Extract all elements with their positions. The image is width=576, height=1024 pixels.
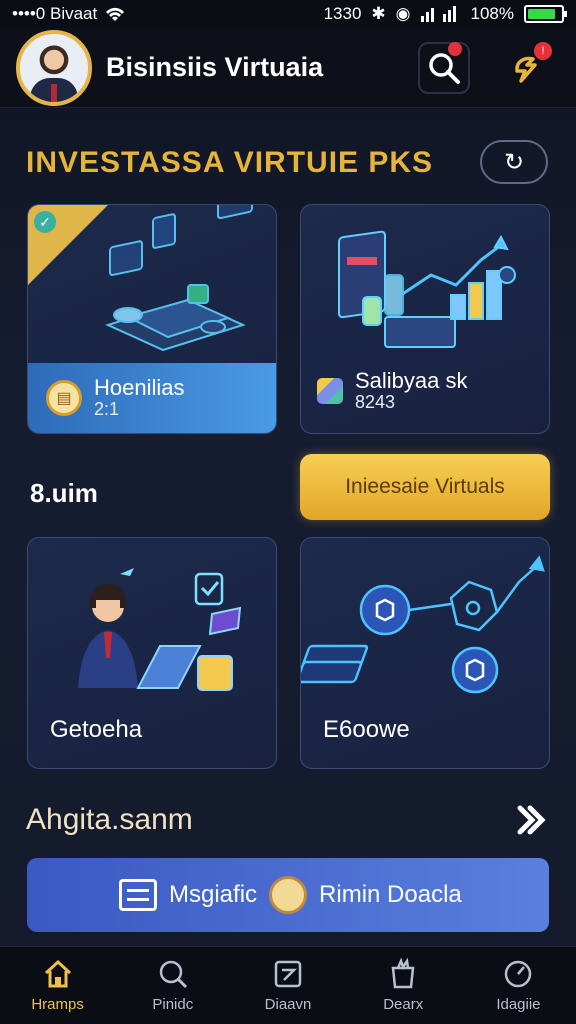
app-header: Bisinsiis Virtuaia ! [0, 28, 576, 108]
card-3-title: Getoeha [50, 716, 143, 743]
search-icon [429, 53, 460, 84]
app-title: Bisinsiis Virtuaia [106, 52, 324, 82]
tab-search[interactable]: Pinidc [115, 947, 230, 1024]
clock-text: 1330 [323, 4, 362, 23]
banner-right-text: Rimin Doacla [319, 881, 462, 908]
tab-home-label: Hramps [31, 996, 84, 1013]
search-button[interactable] [418, 42, 470, 94]
analytics-illustration [338, 230, 516, 348]
trader-illustration [78, 568, 242, 691]
refresh-icon: ↻ [503, 148, 525, 176]
tab-bag[interactable]: Dearx [346, 947, 461, 1024]
carrier-text: ••••0 Bivaat [12, 4, 98, 23]
coin-icon: ▤ [46, 380, 82, 416]
search-icon [159, 960, 187, 989]
tab-wallet-label: Diaavn [264, 996, 312, 1013]
battery-icon [524, 5, 567, 23]
status-bar: ••••0 Bivaat 1330 ✱ ◉ 108% [0, 0, 576, 28]
bottom-tab-bar: Hramps Pinidc Diaavn Dearx Idagiie [0, 946, 576, 1024]
notification-badge: ! [534, 42, 552, 60]
notifications-button[interactable]: ! [500, 42, 552, 94]
alert-dot [448, 42, 462, 56]
tab-bag-label: Dearx [383, 996, 424, 1013]
section-title: INVESTASSA VIRTUIE PKS [26, 146, 434, 179]
tab-gauge-label: Idagiie [496, 996, 541, 1013]
wifi-icon [106, 7, 125, 21]
promo-banner[interactable]: Msgiafic Rimin Doacla [27, 858, 549, 932]
bluetooth-icon: ✱ [371, 4, 386, 23]
home-icon [44, 959, 71, 988]
card-1-title: Hoenilias [94, 375, 185, 400]
wallet-icon [274, 960, 302, 988]
card-1-value: 2:1 [94, 399, 120, 420]
subsection-title: Ahgita.sanm [26, 803, 193, 836]
network-illustration [301, 555, 545, 694]
card-1-footer: ▤ Hoenilias 2:1 [28, 363, 276, 433]
tab-gauge[interactable]: Idagiie [461, 947, 576, 1024]
amount-text: 8.uim [30, 478, 98, 508]
check-icon: ✓ [34, 211, 56, 233]
investment-card-1[interactable]: ✓ ▤ Hoenilias 2:1 [27, 204, 277, 434]
card-2-title: Salibyaa sk [355, 368, 468, 394]
card-2-value: 8243 [355, 392, 396, 413]
cube-icon [317, 378, 343, 404]
coin-icon [269, 876, 308, 914]
alarm-icon: ◉ [395, 4, 411, 23]
signal-icon [420, 6, 456, 22]
tab-home[interactable]: Hramps [0, 947, 115, 1024]
avatar[interactable] [16, 29, 92, 106]
banner-left-text: Msgiafic [169, 881, 258, 908]
tab-search-label: Pinidc [152, 996, 194, 1013]
invest-virtual-button[interactable]: Inieesaie Virtuals [300, 454, 550, 520]
refresh-button[interactable]: ↻ [480, 140, 548, 184]
battery-percent: 108% [470, 4, 514, 23]
gauge-icon [505, 960, 532, 988]
list-icon [119, 879, 157, 911]
tab-wallet[interactable]: Diaavn [230, 947, 345, 1024]
see-more-button[interactable] [510, 800, 550, 840]
investment-card-3[interactable]: Getoeha [27, 537, 277, 769]
investment-card-2[interactable]: Salibyaa sk 8243 [300, 204, 550, 434]
chevron-right-icon [517, 805, 546, 835]
card-2-footer: Salibyaa sk 8243 [317, 368, 468, 413]
card-4-title: E6oowe [323, 716, 410, 743]
bag-icon [391, 958, 415, 989]
investment-card-4[interactable]: E6oowe [300, 537, 550, 769]
